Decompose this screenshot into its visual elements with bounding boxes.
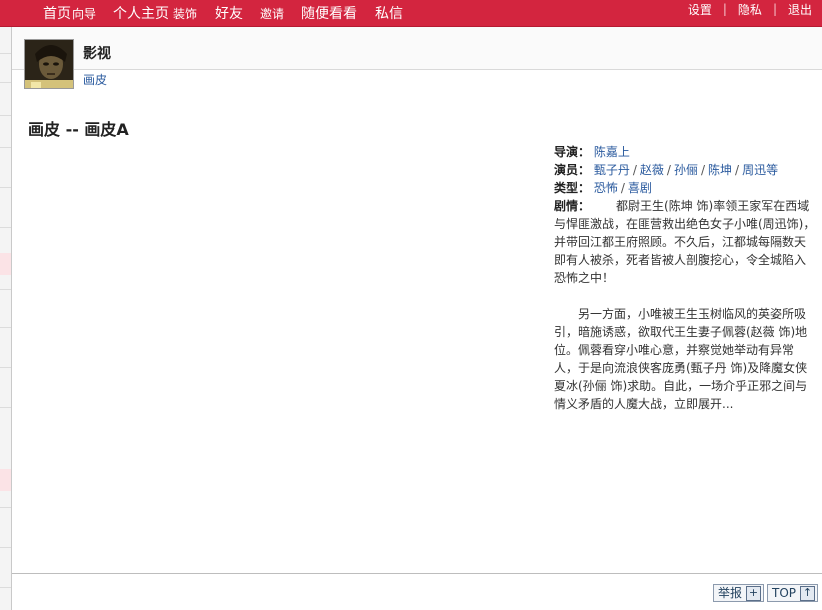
avatar[interactable] <box>24 39 74 89</box>
nav-decorate[interactable]: 装饰 <box>173 5 197 22</box>
nav-messages[interactable]: 私信 <box>375 3 403 23</box>
report-label: 举报 <box>718 586 743 600</box>
footer-divider <box>12 573 822 574</box>
cast-label: 演员： <box>554 163 591 177</box>
avatar-image <box>25 40 73 88</box>
plot-paragraph-1: 剧情： 都尉王生(陈坤 饰)率领王家军在西域与悍匪激战，在匪营救出绝色女子小唯(周… <box>554 197 816 287</box>
genre-link[interactable]: 恐怖 <box>594 181 618 195</box>
cast-link[interactable]: 陈坤 <box>708 163 732 177</box>
background-page-edge <box>0 27 12 610</box>
cast-link[interactable]: 孙俪 <box>674 163 698 177</box>
cast-link[interactable]: 甄子丹 <box>594 163 630 177</box>
nav-browse[interactable]: 随便看看 <box>301 3 357 23</box>
category-link[interactable]: 画皮 <box>83 71 107 88</box>
director-label: 导演： <box>554 145 591 159</box>
movie-info: 导演： 陈嘉上 演员： 甄子丹 / 赵薇 / 孙俪 / 陈坤 / 周迅等 类型： 恐怖 / 喜剧 剧… <box>554 143 816 413</box>
nav-divider: | <box>772 2 777 16</box>
plot-text-1: 都尉王生(陈坤 饰)率领王家军在西域与悍匪激战，在匪营救出绝色女子小唯(周迅饰)… <box>554 199 816 285</box>
plot-paragraph-2: 另一方面，小唯被王生玉树临风的英姿所吸引，暗施诱惑，欲取代王生妻子佩蓉(赵薇 饰… <box>554 307 808 411</box>
nav-friends[interactable]: 好友 <box>215 3 243 23</box>
director-link[interactable]: 陈嘉上 <box>594 145 630 159</box>
nav-guide[interactable]: 向导 <box>72 5 96 22</box>
nav-home[interactable]: 首页 <box>43 3 71 23</box>
profile-header <box>12 27 822 70</box>
plus-icon: + <box>746 585 762 601</box>
report-button[interactable]: 举报 + <box>713 584 765 602</box>
main-nav: 首页 向导 个人主页 装饰 好友 邀请 随便看看 私信 <box>43 0 403 26</box>
cast-link[interactable]: 周迅等 <box>742 163 778 177</box>
settings-link[interactable]: 设置 <box>688 1 712 18</box>
plot-label: 剧情： <box>554 199 591 213</box>
privacy-link[interactable]: 隐私 <box>738 1 762 18</box>
post-title: 画皮 -- 画皮A <box>28 120 129 139</box>
cast-row: 演员： 甄子丹 / 赵薇 / 孙俪 / 陈坤 / 周迅等 <box>554 163 779 177</box>
nav-invite[interactable]: 邀请 <box>260 5 284 22</box>
content-panel: 影视 画皮 画皮 -- 画皮A 导演： 陈嘉上 演员： 甄子丹 / 赵薇 / 孙俪 / 陈坤… <box>12 27 822 610</box>
account-nav: 设置 | 隐私 | 退出 <box>688 0 812 18</box>
top-nav-bar: 首页 向导 个人主页 装饰 好友 邀请 随便看看 私信 设置 | 隐私 | 退出 <box>0 0 822 27</box>
genre-row: 类型： 恐怖 / 喜剧 <box>554 181 652 195</box>
top-label: TOP <box>772 586 797 600</box>
arrow-up-icon: ↑ <box>800 585 816 601</box>
nav-personal-home[interactable]: 个人主页 <box>113 3 169 23</box>
back-to-top-button[interactable]: TOP ↑ <box>767 584 819 602</box>
director-row: 导演： 陈嘉上 <box>554 143 816 161</box>
logout-link[interactable]: 退出 <box>788 1 812 18</box>
owner-name[interactable]: 影视 <box>83 43 111 63</box>
cast-link[interactable]: 赵薇 <box>640 163 664 177</box>
genre-link[interactable]: 喜剧 <box>628 181 652 195</box>
genre-label: 类型： <box>554 181 591 195</box>
nav-divider: | <box>722 2 727 16</box>
